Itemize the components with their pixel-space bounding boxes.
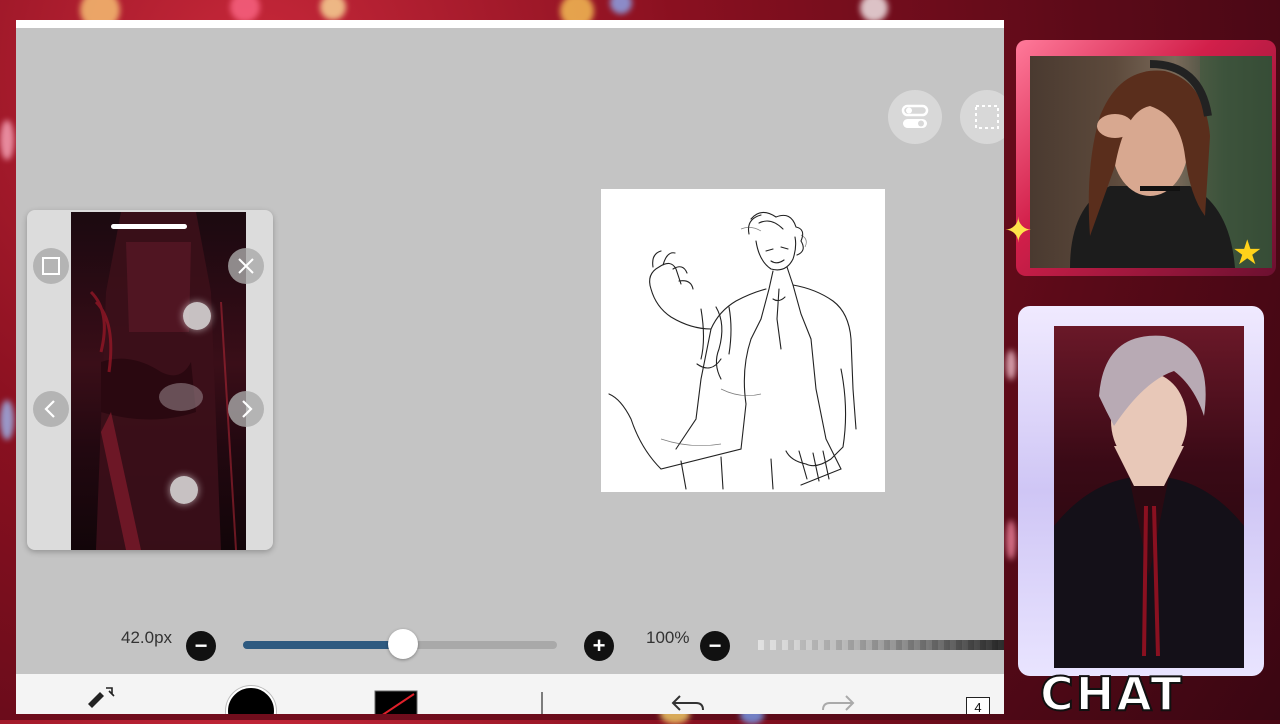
color-icon [226, 686, 276, 714]
bokeh-light [1006, 350, 1016, 380]
close-button[interactable] [228, 248, 264, 284]
reference-window[interactable] [27, 210, 273, 550]
expand-button[interactable] [33, 248, 69, 284]
redo-button[interactable] [820, 692, 856, 714]
next-arrow-icon [242, 400, 253, 418]
bottom-toolbar: 4 [16, 674, 1004, 714]
prev-reference-button[interactable] [33, 391, 69, 427]
close-icon [238, 258, 254, 274]
redo-icon [822, 695, 855, 711]
layer-swatch-button[interactable] [374, 690, 418, 714]
layer-divider [540, 692, 544, 714]
toggle-switches-icon [901, 104, 929, 128]
selection-icon [975, 105, 999, 129]
undo-button[interactable] [670, 692, 706, 714]
sketch-artwork [608, 211, 857, 490]
reference-control-point[interactable] [183, 302, 211, 330]
character-art [1054, 326, 1244, 668]
bokeh-light [1006, 520, 1016, 560]
opacity-decrease-button[interactable]: − [700, 631, 730, 661]
color-button[interactable] [226, 686, 276, 714]
drawing-app-window: 42.0px − + 100% − 4 [16, 20, 1004, 714]
bokeh-light [610, 0, 632, 14]
sparkle-decoration: ✦ [1004, 212, 1033, 250]
bokeh-light [0, 120, 14, 160]
brush-size-decrease-button[interactable]: − [186, 631, 216, 661]
reference-artwork [89, 212, 237, 550]
expand-icon [42, 257, 60, 275]
layer-swatch-icon [374, 690, 418, 714]
selection-button[interactable] [960, 90, 1004, 144]
reference-control-point[interactable] [170, 476, 198, 504]
bokeh-light [860, 0, 888, 22]
star-decoration: ★ [1232, 234, 1263, 272]
layer-count-button[interactable]: 4 [966, 697, 990, 714]
undo-icon [671, 695, 704, 711]
brush-size-slider[interactable] [243, 629, 557, 659]
brush-size-slider-thumb[interactable] [388, 629, 419, 659]
layer-divider-icon [541, 692, 543, 714]
character-art-image [1054, 335, 1244, 668]
toggle-switches-button[interactable] [888, 90, 942, 144]
brush-size-increase-button[interactable]: + [584, 631, 614, 661]
next-reference-button[interactable] [228, 391, 264, 427]
bokeh-light [320, 0, 346, 20]
drawing-canvas[interactable] [601, 189, 885, 492]
opacity-label: 100% [646, 628, 690, 647]
brush-size-label: 42.0px [121, 628, 173, 647]
brush-tool-button[interactable] [84, 678, 120, 714]
bokeh-light [0, 400, 14, 440]
reference-drag-handle[interactable] [111, 224, 187, 229]
bokeh-light [230, 0, 260, 22]
brush-tool-icon [88, 687, 115, 708]
brush-size-slider-fill [243, 641, 404, 649]
opacity-slider[interactable] [758, 640, 1004, 650]
reference-image [71, 212, 246, 550]
chat-logo: CHAT [1039, 667, 1184, 721]
prev-arrow-icon [44, 400, 55, 418]
